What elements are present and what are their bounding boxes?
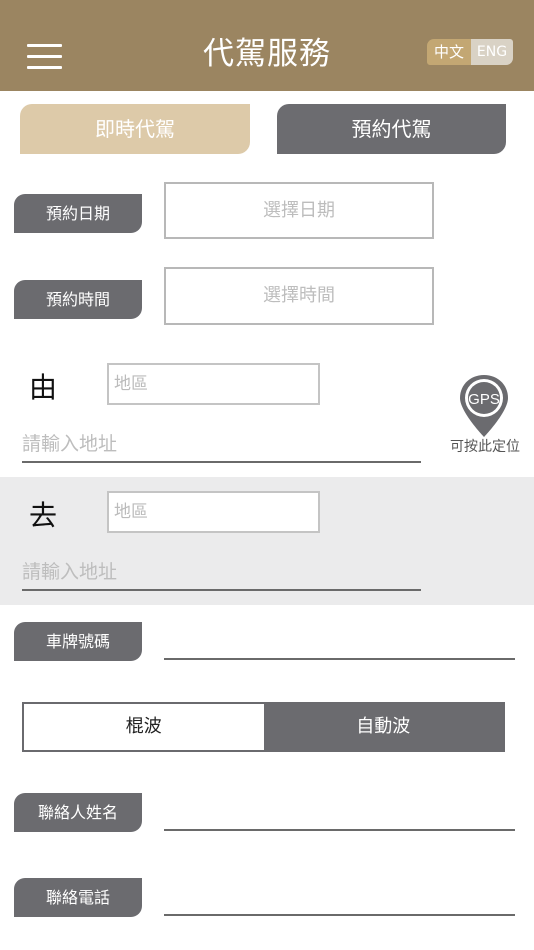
contact-name-label: 聯絡人姓名 (14, 793, 142, 832)
from-label: 由 (29, 371, 58, 404)
gps-location-icon[interactable]: GPS (457, 373, 511, 439)
lang-en-button[interactable]: ENG (471, 39, 513, 65)
language-toggle[interactable]: 中文 ENG (427, 39, 513, 65)
to-label: 去 (29, 499, 58, 532)
reserve-time-label: 預約時間 (14, 280, 142, 319)
plate-input[interactable] (164, 630, 515, 658)
contact-name-input[interactable] (164, 800, 515, 828)
from-region-select[interactable]: 地區 (107, 363, 320, 405)
contact-phone-underline (164, 914, 515, 916)
time-picker-field[interactable]: 選擇時間 (164, 267, 434, 325)
to-address-underline (22, 589, 421, 591)
manual-gear-option[interactable]: 棍波 (24, 704, 264, 750)
reserve-date-label: 預約日期 (14, 194, 142, 233)
tab-reserve-driver[interactable]: 預約代駕 (277, 104, 506, 154)
plate-label: 車牌號碼 (14, 622, 142, 661)
contact-phone-input[interactable] (164, 886, 515, 914)
gps-caption[interactable]: 可按此定位 (442, 436, 528, 456)
auto-gear-option[interactable]: 自動波 (263, 704, 503, 750)
to-address-input[interactable]: 請輸入地址 (22, 557, 117, 584)
from-address-input[interactable]: 請輸入地址 (22, 429, 117, 456)
tab-instant-driver[interactable]: 即時代駕 (20, 104, 250, 154)
plate-underline (164, 658, 515, 660)
transmission-toggle[interactable]: 棍波 自動波 (22, 702, 505, 752)
date-picker-field[interactable]: 選擇日期 (164, 182, 434, 239)
page-title: 代駕服務 (203, 36, 331, 72)
contact-name-underline (164, 829, 515, 831)
to-region-select[interactable]: 地區 (107, 491, 320, 533)
hamburger-menu-icon[interactable] (27, 44, 62, 69)
contact-phone-label: 聯絡電話 (14, 878, 142, 917)
gps-icon-text: GPS (468, 391, 500, 408)
from-address-underline (22, 461, 421, 463)
lang-zh-button[interactable]: 中文 (427, 39, 471, 65)
